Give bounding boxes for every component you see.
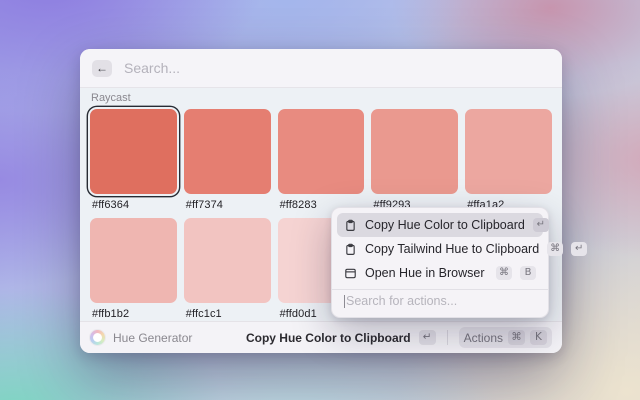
- clipboard-icon: [344, 243, 357, 256]
- actions-menu: Copy Hue Color to Clipboard ↵ Copy Tailw…: [331, 207, 549, 318]
- menu-item-copy-tailwind-hue[interactable]: Copy Tailwind Hue to Clipboard ⌘ ↵: [337, 237, 543, 261]
- back-button[interactable]: ←: [92, 60, 112, 77]
- status-bar: Hue Generator Copy Hue Color to Clipboar…: [80, 321, 562, 353]
- desktop-background: ← Search... Raycast #ff6364 #ff7374 #ff8…: [0, 0, 640, 400]
- footer-divider: [447, 330, 448, 345]
- swatch-hex-label: #ff7374: [184, 199, 271, 212]
- return-keycap: ↵: [419, 330, 436, 345]
- browser-icon: [344, 267, 357, 280]
- section-header: Raycast: [91, 92, 551, 105]
- color-swatch[interactable]: [465, 109, 552, 194]
- extension-name: Hue Generator: [113, 331, 192, 345]
- return-keycap: ↵: [533, 218, 549, 232]
- actions-button[interactable]: Actions ⌘ K: [459, 327, 552, 348]
- menu-item-label: Copy Hue Color to Clipboard: [365, 218, 525, 232]
- actions-search-placeholder: Search for actions...: [346, 294, 457, 308]
- actions-search-input[interactable]: Search for actions...: [337, 290, 543, 312]
- arrow-left-icon: ←: [96, 61, 108, 75]
- menu-item-label: Open Hue in Browser: [365, 266, 488, 280]
- k-keycap: K: [530, 330, 547, 345]
- search-input[interactable]: Search...: [124, 60, 180, 76]
- color-swatch[interactable]: [90, 109, 177, 194]
- menu-item-copy-hue-color[interactable]: Copy Hue Color to Clipboard ↵: [337, 213, 543, 237]
- hue-ring-icon: [90, 330, 105, 345]
- clipboard-icon: [344, 219, 357, 232]
- cmd-keycap: ⌘: [496, 266, 512, 280]
- color-swatch[interactable]: [371, 109, 458, 194]
- search-bar: ← Search...: [80, 49, 562, 88]
- primary-action-label[interactable]: Copy Hue Color to Clipboard: [246, 331, 411, 345]
- swatch-hex-label: #ff6364: [90, 199, 177, 212]
- swatch-hex-label: #ffb1b2: [90, 308, 177, 321]
- cmd-keycap: ⌘: [547, 242, 563, 256]
- color-swatch[interactable]: [278, 109, 365, 194]
- cmd-keycap: ⌘: [508, 330, 525, 345]
- menu-item-open-in-browser[interactable]: Open Hue in Browser ⌘ B: [337, 261, 543, 285]
- swatch-grid-row1: [90, 109, 552, 194]
- color-swatch[interactable]: [90, 218, 177, 303]
- return-keycap: ↵: [571, 242, 587, 256]
- color-swatch[interactable]: [184, 109, 271, 194]
- text-cursor: [344, 295, 345, 308]
- menu-item-label: Copy Tailwind Hue to Clipboard: [365, 242, 539, 256]
- swatch-hex-label: #ffc1c1: [184, 308, 271, 321]
- b-keycap: B: [520, 266, 536, 280]
- color-swatch[interactable]: [184, 218, 271, 303]
- actions-button-label: Actions: [464, 331, 503, 345]
